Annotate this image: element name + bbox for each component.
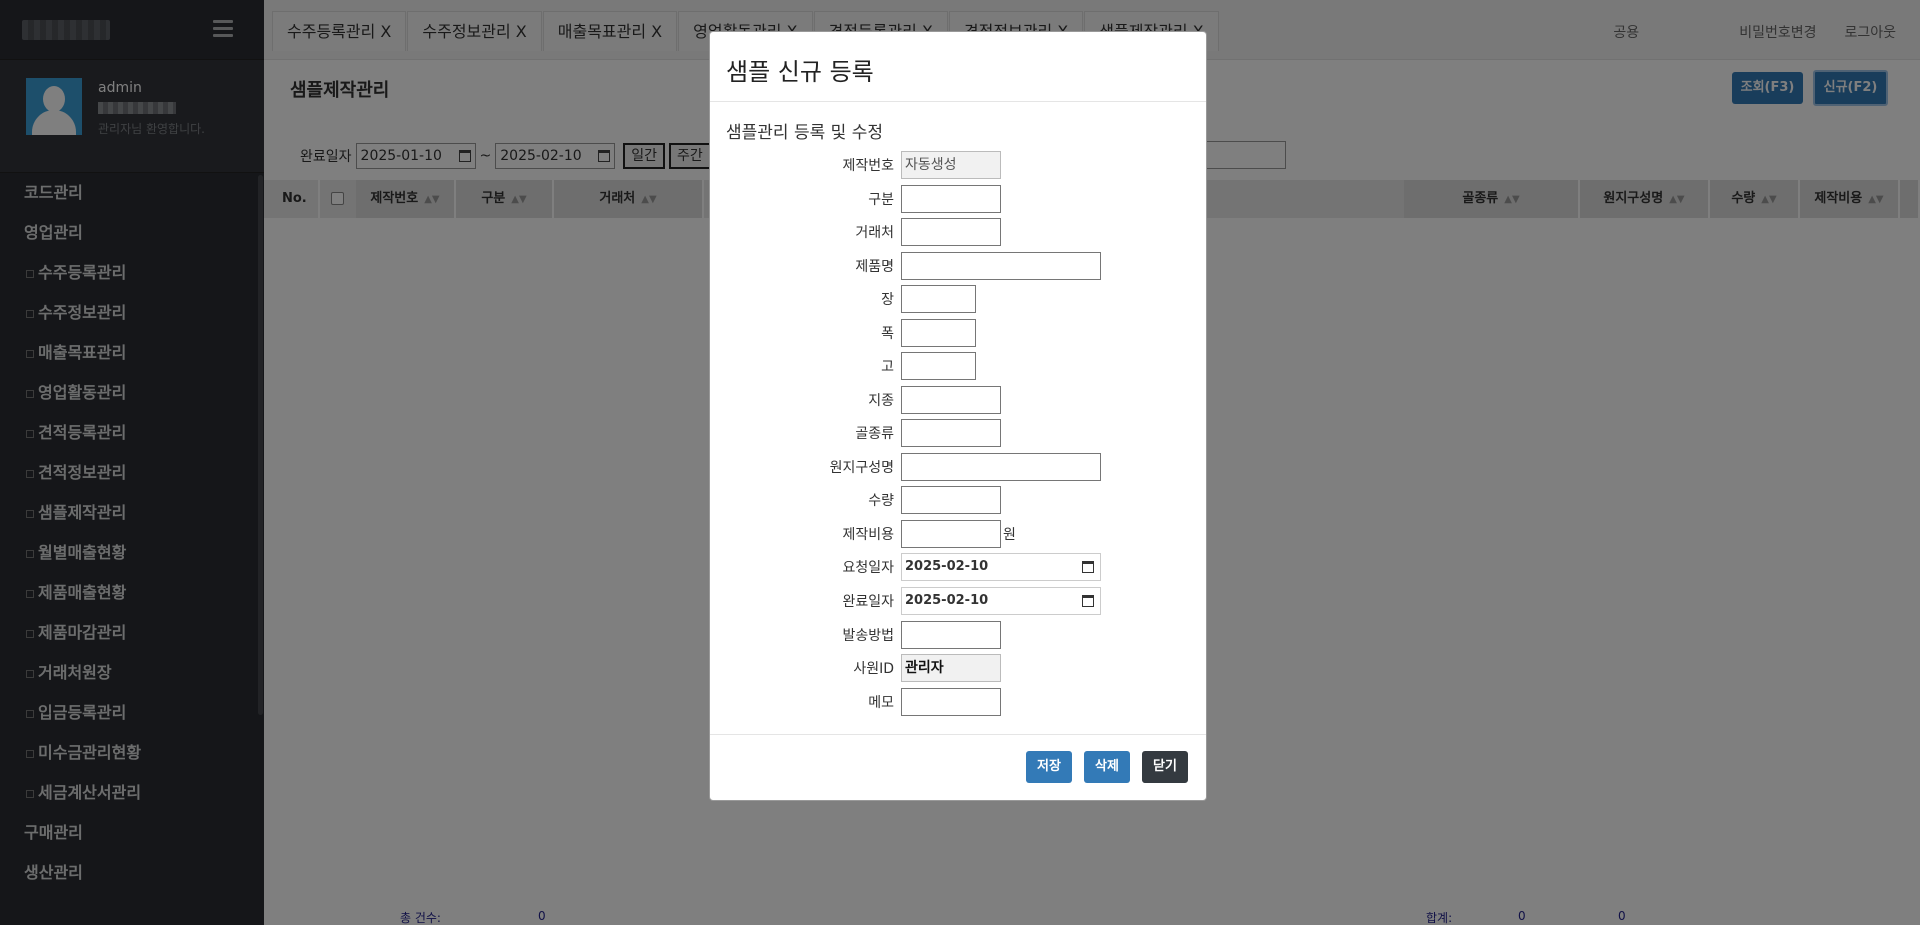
field-label: 제작비용 xyxy=(842,527,894,543)
field-label: 수량 xyxy=(868,493,894,509)
production-no-input: 자동생성 xyxy=(901,151,1001,179)
field-label: 메모 xyxy=(868,695,894,711)
field-row: 제작비용 원 xyxy=(710,518,1208,548)
field-row: 제작번호 자동생성 xyxy=(710,149,1208,179)
field-label: 제작번호 xyxy=(842,158,894,174)
field-label: 완료일자 xyxy=(842,594,894,610)
field-label: 골종류 xyxy=(855,426,894,442)
employee-id-input: 관리자 xyxy=(901,654,1001,682)
field-label: 장 xyxy=(881,292,894,308)
field-label: 원지구성명 xyxy=(829,460,894,476)
field-label: 구분 xyxy=(868,192,894,208)
product-name-input[interactable] xyxy=(901,252,1101,280)
sample-register-modal: 샘플 신규 등록 샘플관리 등록 및 수정 제작번호 자동생성 구분 거래처 제… xyxy=(709,31,1207,801)
width-input[interactable] xyxy=(901,319,976,347)
cost-input[interactable] xyxy=(901,520,1001,548)
height-input[interactable] xyxy=(901,352,976,380)
field-label: 발송방법 xyxy=(842,628,894,644)
field-label: 폭 xyxy=(881,326,894,342)
field-row: 사원ID 관리자 xyxy=(710,652,1208,682)
paper-type-input[interactable] xyxy=(901,386,1001,414)
field-row: 수량 xyxy=(710,484,1208,514)
field-label: 지종 xyxy=(868,393,894,409)
calendar-icon[interactable] xyxy=(1082,595,1094,607)
currency-unit: 원 xyxy=(1003,527,1016,543)
field-label: 요청일자 xyxy=(842,560,894,576)
modal-title: 샘플 신규 등록 xyxy=(726,58,874,86)
flute-type-input[interactable] xyxy=(901,419,1001,447)
quantity-input[interactable] xyxy=(901,486,1001,514)
field-row: 지종 xyxy=(710,384,1208,414)
request-date-input[interactable]: 2025-02-10 xyxy=(901,553,1101,581)
field-row: 완료일자 2025-02-10 xyxy=(710,585,1208,615)
client-input[interactable] xyxy=(901,218,1001,246)
field-row: 골종류 xyxy=(710,417,1208,447)
field-row: 원지구성명 xyxy=(710,451,1208,481)
calendar-icon[interactable] xyxy=(1082,561,1094,573)
delete-button[interactable]: 삭제 xyxy=(1084,751,1130,783)
paper-composition-input[interactable] xyxy=(901,453,1101,481)
field-row: 고 xyxy=(710,350,1208,380)
field-label: 사원ID xyxy=(853,661,894,677)
field-row: 장 xyxy=(710,283,1208,313)
field-row: 구분 xyxy=(710,183,1208,213)
field-label: 고 xyxy=(881,359,894,375)
complete-date-input[interactable]: 2025-02-10 xyxy=(901,587,1101,615)
close-button[interactable]: 닫기 xyxy=(1142,751,1188,783)
modal-footer xyxy=(710,734,1206,800)
field-row: 폭 xyxy=(710,317,1208,347)
shipping-method-input[interactable] xyxy=(901,621,1001,649)
field-row: 요청일자 2025-02-10 xyxy=(710,551,1208,581)
field-label: 거래처 xyxy=(855,225,894,241)
save-button[interactable]: 저장 xyxy=(1026,751,1072,783)
field-row: 제품명 xyxy=(710,250,1208,280)
modal-subtitle: 샘플관리 등록 및 수정 xyxy=(726,123,883,143)
length-input[interactable] xyxy=(901,285,976,313)
memo-input[interactable] xyxy=(901,688,1001,716)
field-label: 제품명 xyxy=(855,259,894,275)
field-row: 거래처 xyxy=(710,216,1208,246)
field-row: 발송방법 xyxy=(710,619,1208,649)
category-input[interactable] xyxy=(901,185,1001,213)
field-row: 메모 xyxy=(710,686,1208,716)
